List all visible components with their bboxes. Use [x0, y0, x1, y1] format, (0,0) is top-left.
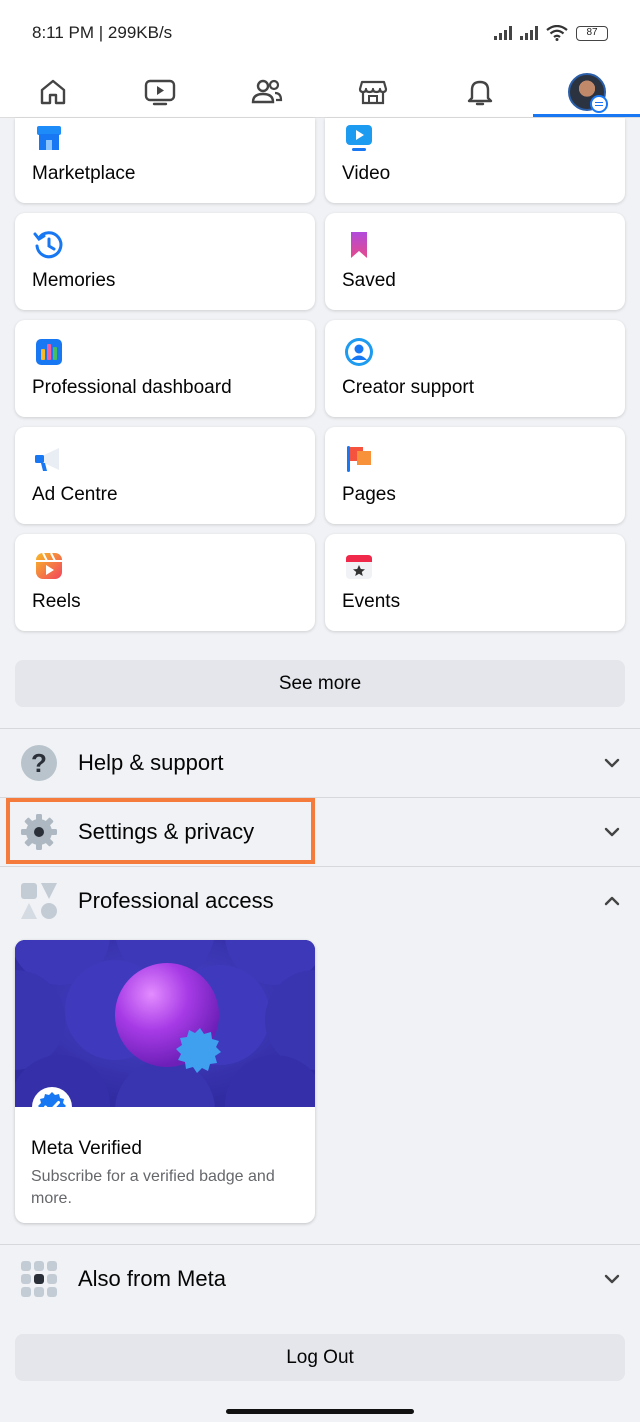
home-indicator[interactable] [226, 1409, 414, 1414]
shortcut-label: Video [342, 163, 391, 184]
grid-icon [21, 1260, 57, 1297]
meta-verified-banner [15, 940, 315, 1107]
help-icon: ? [21, 744, 57, 781]
shortcut-saved[interactable]: Saved [325, 213, 625, 310]
shortcut-video[interactable]: Video [325, 118, 625, 203]
svg-text:?: ? [31, 748, 47, 778]
chevron-down-icon [604, 827, 620, 837]
shortcut-label: Saved [342, 270, 396, 291]
shortcut-label: Pages [342, 484, 396, 505]
professional-access-icon [21, 882, 57, 919]
see-more-button[interactable]: See more [15, 660, 625, 707]
shortcut-marketplace[interactable]: Marketplace [15, 118, 315, 203]
reels-icon [36, 552, 62, 579]
dashboard-icon [36, 339, 62, 365]
shortcut-ad-centre[interactable]: Ad Centre [15, 427, 315, 524]
shortcut-professional-dashboard[interactable]: Professional dashboard [15, 320, 315, 417]
shortcut-reels[interactable]: Reels [15, 534, 315, 631]
tab-marketplace[interactable] [320, 66, 427, 117]
creator-support-icon [345, 338, 373, 366]
highlight-box [6, 798, 315, 864]
friends-icon [251, 79, 282, 103]
status-icons: 87 [494, 25, 608, 41]
tab-home[interactable] [0, 66, 107, 117]
meta-verified-description: Subscribe for a verified badge and more. [31, 1168, 275, 1207]
tab-notifications[interactable] [427, 66, 534, 117]
status-time: 8:11 PM | 299KB/s [32, 23, 173, 42]
status-bar: 8:11 PM | 299KB/s 87 [0, 0, 640, 66]
also-from-meta-label: Also from Meta [78, 1265, 226, 1291]
help-support-row[interactable]: ? Help & support [0, 728, 640, 796]
shortcut-label: Reels [32, 591, 81, 612]
shortcut-label: Marketplace [32, 163, 136, 184]
meta-verified-title: Meta Verified [31, 1138, 142, 1159]
top-nav [0, 66, 640, 118]
home-icon [41, 79, 66, 104]
tab-watch[interactable] [107, 66, 214, 117]
shortcut-events[interactable]: Events [325, 534, 625, 631]
menu-icon [589, 94, 608, 113]
tab-menu[interactable] [533, 66, 640, 117]
meta-verified-illustration [15, 940, 315, 1107]
professional-access-row[interactable]: Professional access [0, 866, 640, 934]
chevron-down-icon [604, 1274, 620, 1284]
bell-icon [467, 80, 493, 105]
signal-icon-2 [520, 26, 538, 40]
chevron-up-icon [604, 896, 620, 906]
marketplace-icon [359, 80, 388, 104]
professional-access-label: Professional access [78, 887, 274, 913]
megaphone-icon [35, 448, 59, 471]
also-from-meta-row[interactable]: Also from Meta [0, 1244, 640, 1312]
calendar-icon [346, 555, 372, 579]
wifi-icon [546, 25, 568, 41]
verified-badge-icon [32, 1087, 72, 1107]
shortcut-label: Creator support [342, 377, 475, 398]
shortcut-label: Professional dashboard [32, 377, 232, 398]
shortcut-creator-support[interactable]: Creator support [325, 320, 625, 417]
flag-icon [347, 446, 371, 472]
marketplace-icon [37, 126, 61, 150]
shortcut-label: Memories [32, 270, 116, 291]
chevron-down-icon [604, 758, 620, 768]
tab-friends[interactable] [213, 66, 320, 117]
video-icon [346, 125, 372, 151]
signal-icon [494, 26, 512, 40]
saved-icon [351, 232, 367, 258]
shortcut-label: Ad Centre [32, 484, 118, 505]
help-support-label: Help & support [78, 749, 224, 775]
shortcut-label: Events [342, 591, 401, 612]
avatar [567, 72, 608, 113]
memories-icon [33, 231, 63, 259]
shortcut-grid: Marketplace Video Memories Saved Profess… [15, 118, 625, 631]
video-play-icon [144, 79, 176, 105]
battery-icon: 87 [576, 25, 608, 41]
shortcut-pages[interactable]: Pages [325, 427, 625, 524]
meta-verified-card[interactable]: Meta Verified Subscribe for a verified b… [15, 940, 315, 1223]
logout-button[interactable]: Log Out [15, 1334, 625, 1381]
shortcut-memories[interactable]: Memories [15, 213, 315, 310]
